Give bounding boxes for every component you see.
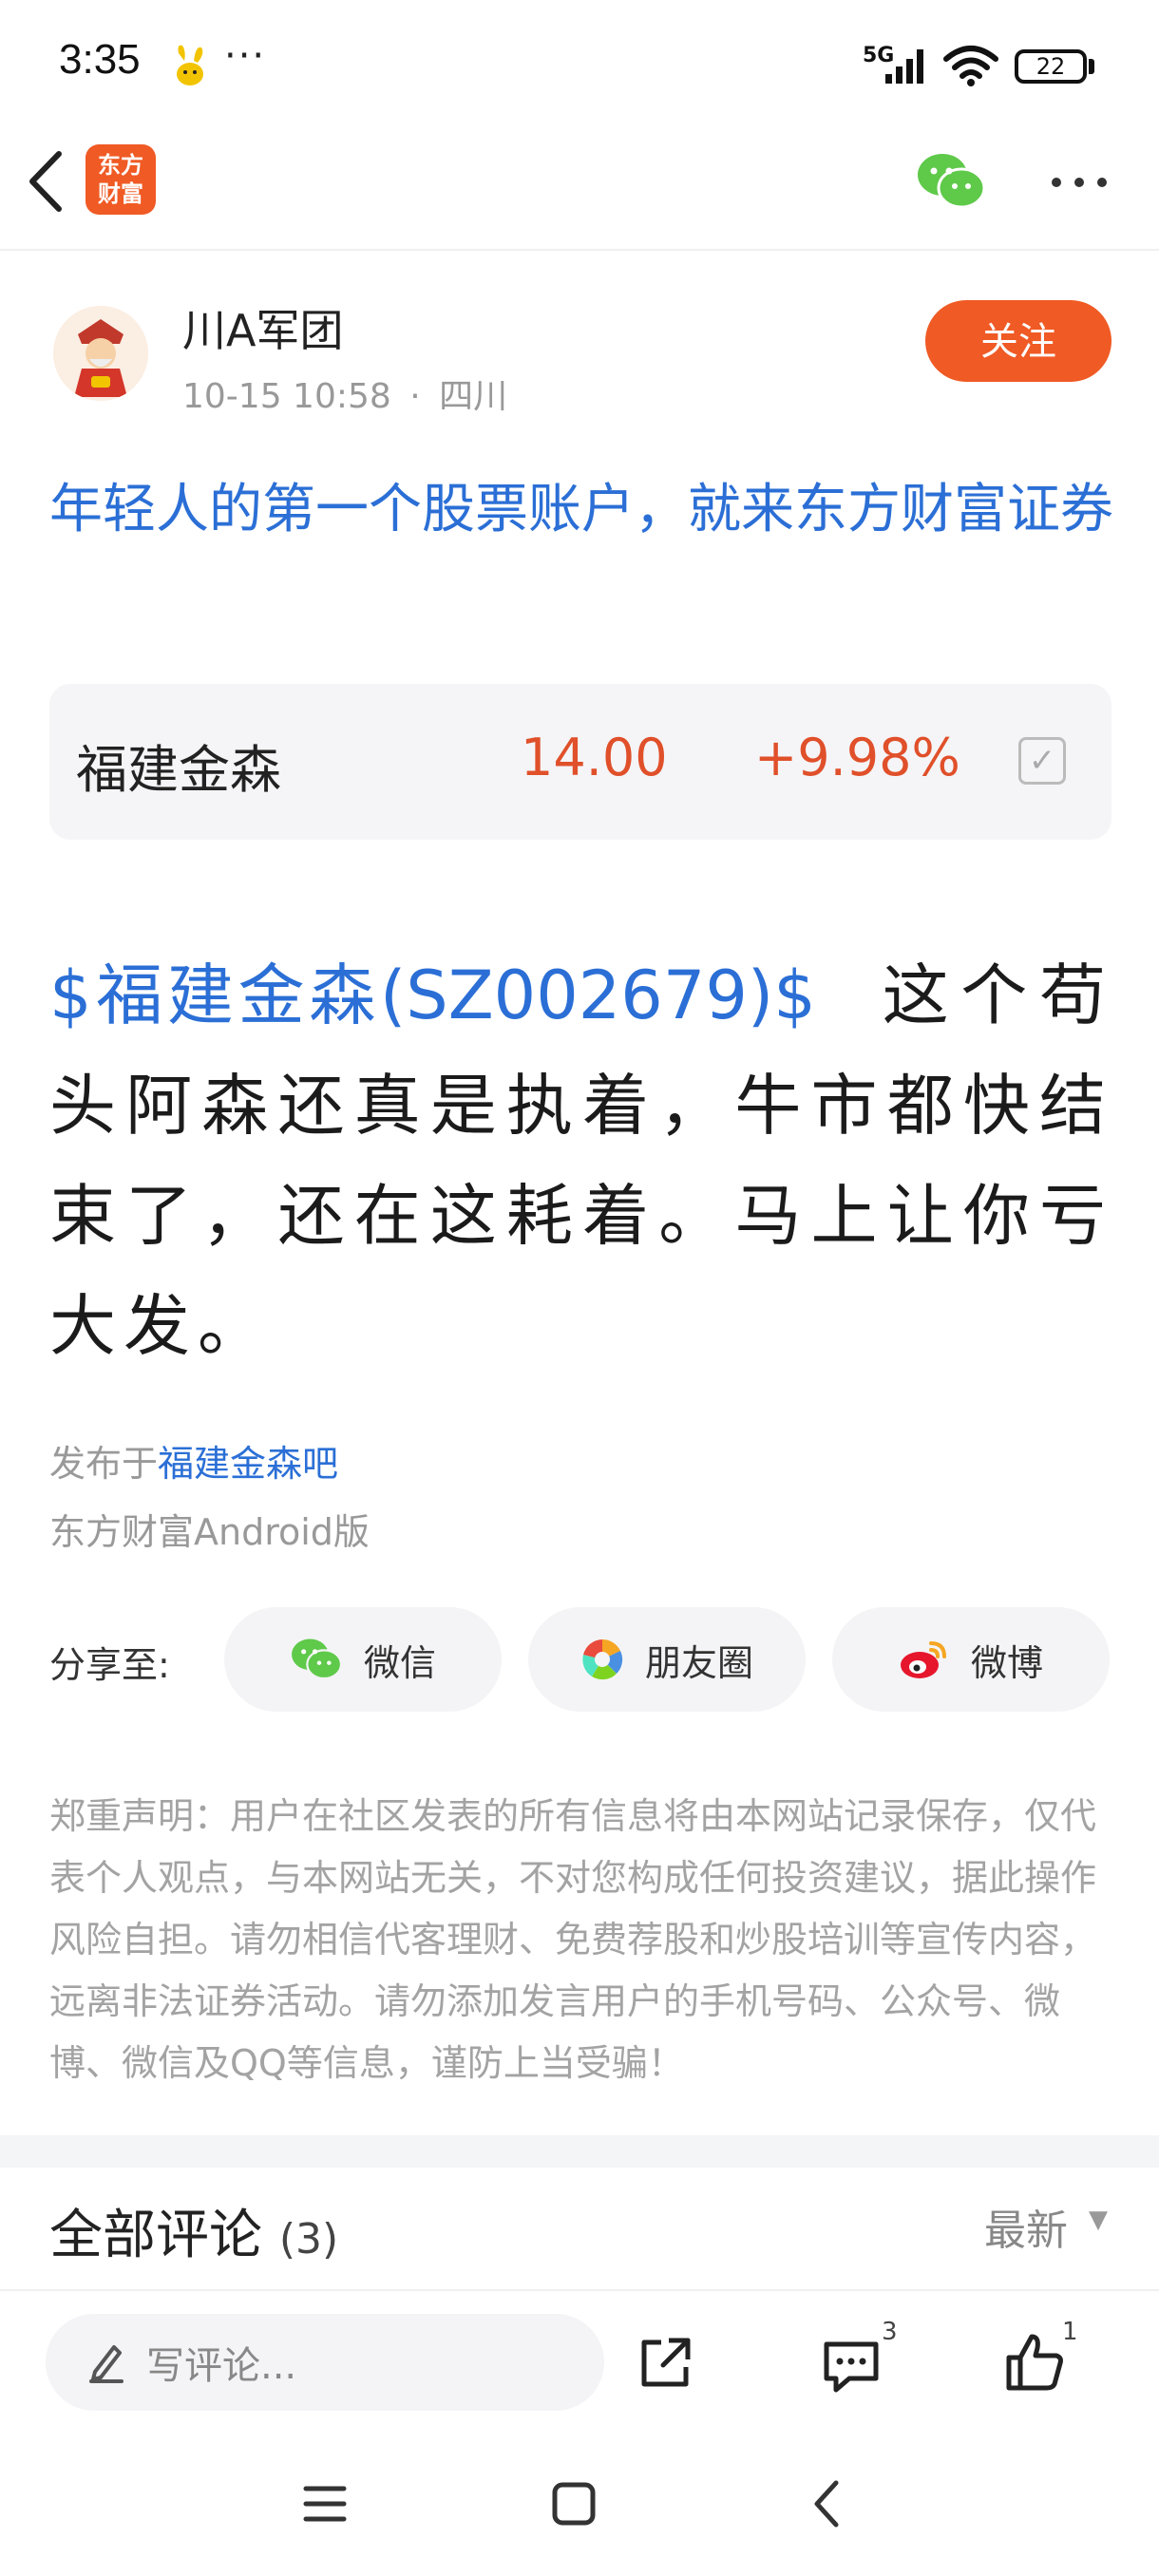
status-more: ··· <box>224 34 267 78</box>
follow-button[interactable]: 关注 <box>925 300 1112 382</box>
stock-name: 福建金森 <box>76 740 281 800</box>
logo-line1: 东方 <box>98 152 143 179</box>
wechat-icon <box>292 1638 343 1680</box>
back-nav-icon[interactable] <box>809 2479 844 2529</box>
wifi-icon <box>943 46 998 86</box>
bunny-notification-icon <box>177 45 203 85</box>
post-title[interactable]: 年轻人的第一个股票账户，就来东方财富证券 <box>49 469 1113 551</box>
share-moments-button[interactable]: 朋友圈 <box>528 1607 806 1712</box>
avatar[interactable] <box>53 306 148 401</box>
comment-badge: 3 <box>882 2318 898 2346</box>
signal-icon <box>885 49 923 84</box>
battery-tip <box>1089 59 1094 74</box>
post-meta: 10-15 10:58 · 四川 <box>182 369 507 418</box>
comments-count: (3) <box>278 2215 339 2263</box>
section-gap <box>0 2135 1159 2168</box>
edit-icon <box>89 2345 124 2383</box>
home-nav-icon[interactable] <box>551 2481 597 2527</box>
battery-indicator: 22 <box>1015 49 1087 84</box>
back-icon[interactable] <box>23 148 70 215</box>
comments-title: 全部评论 (3) <box>49 2192 338 2269</box>
share-weibo-label: 微博 <box>970 1641 1043 1684</box>
chevron-down-icon[interactable]: ▼ <box>1089 2206 1108 2234</box>
post-source: 东方财富Android版 <box>49 1511 370 1553</box>
comment-input[interactable]: 写评论... <box>46 2314 604 2411</box>
watchlist-check-icon[interactable]: ✓ <box>1018 737 1066 785</box>
post-location: 四川 <box>439 377 508 416</box>
logo-line2: 财富 <box>98 180 143 207</box>
comment-input-placeholder: 写评论... <box>146 2344 297 2388</box>
sort-dropdown[interactable]: 最新 <box>984 2196 1068 2257</box>
status-time: 3:35 <box>59 36 141 83</box>
share-moments-label: 朋友圈 <box>644 1641 753 1684</box>
comments-title-label: 全部评论 <box>49 2205 262 2266</box>
disclaimer: 郑重声明：用户在社区发表的所有信息将由本网站记录保存，仅代表个人观点，与本网站无… <box>49 1795 1097 2084</box>
author-name[interactable]: 川A军团 <box>182 296 343 359</box>
publish-line: 发布于福建金森吧 <box>49 1434 338 1487</box>
stock-change: +9.98% <box>754 728 960 787</box>
more-icon[interactable] <box>1049 173 1110 192</box>
app-logo[interactable]: 东方 财富 <box>86 144 156 215</box>
share-out-icon[interactable] <box>636 2335 694 2392</box>
share-wechat-label: 微信 <box>363 1641 436 1684</box>
comment-icon[interactable] <box>821 2337 882 2396</box>
header-divider <box>0 249 1159 251</box>
share-wechat-button[interactable]: 微信 <box>224 1607 502 1712</box>
meta-separator: · <box>409 377 421 416</box>
publish-prefix: 发布于 <box>49 1443 159 1485</box>
post-date: 10-15 10:58 <box>182 377 391 416</box>
bar-link[interactable]: 福建金森吧 <box>158 1443 338 1485</box>
comments-divider <box>0 2289 1159 2291</box>
like-icon[interactable] <box>1003 2331 1066 2394</box>
stock-mention-link[interactable]: $福建金森(SZ002679)$ <box>49 957 816 1034</box>
like-badge: 1 <box>1062 2318 1078 2346</box>
share-weibo-button[interactable]: 微博 <box>832 1607 1110 1712</box>
menu-nav-icon[interactable] <box>302 2483 348 2525</box>
stock-price: 14.00 <box>521 728 668 787</box>
wechat-icon[interactable] <box>916 152 986 211</box>
share-label: 分享至: <box>49 1644 170 1686</box>
weibo-icon <box>900 1641 946 1678</box>
moments-icon <box>581 1639 623 1680</box>
post-body: $福建金森(SZ002679)$ 这个苟头阿森还真是执着，牛市都快结束了，还在这… <box>49 940 1113 1381</box>
